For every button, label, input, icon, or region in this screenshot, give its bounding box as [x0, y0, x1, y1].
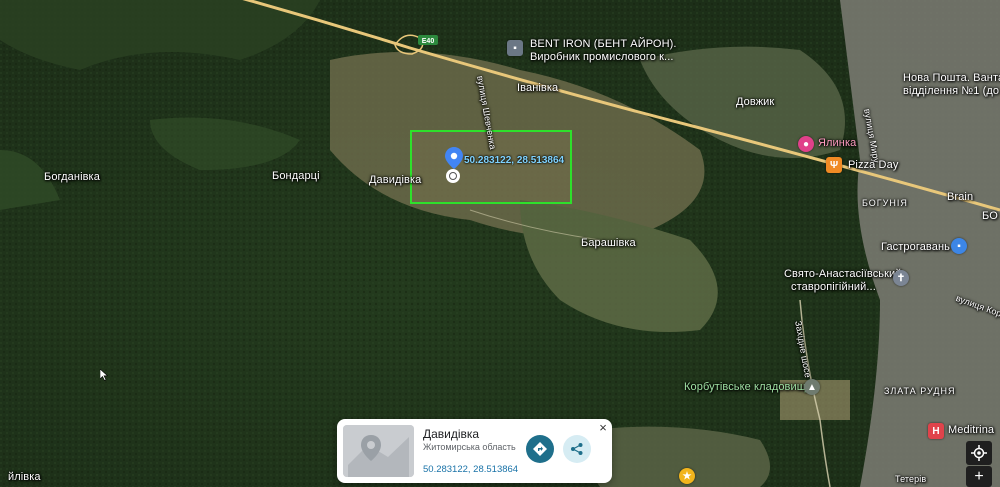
poi-yalynka[interactable]: Ялинка	[818, 137, 856, 149]
place-davydivka[interactable]: Давидівка	[369, 174, 421, 186]
poi-nova-poshta-desc[interactable]: відділення №1 (до	[903, 85, 999, 97]
place-info-card[interactable]: Давидівка Житомирська область 50.283122,…	[337, 419, 612, 483]
place-region: Житомирська область	[423, 442, 516, 452]
road-shield-label: E40	[422, 38, 435, 45]
satellite-map[interactable]: E40	[0, 0, 1000, 487]
district-bohunia[interactable]: БОГУНІЯ	[862, 198, 908, 208]
church-icon[interactable]: ✝	[893, 270, 909, 286]
place-ivanivka[interactable]: Іванівка	[517, 82, 558, 94]
poi-cemetery[interactable]: Корбутівське кладовище	[684, 381, 812, 393]
poi-monastery-desc[interactable]: ставропігійний...	[791, 281, 876, 293]
directions-button[interactable]	[526, 435, 554, 463]
place-barashivka[interactable]: Барашівка	[581, 237, 636, 249]
share-icon	[571, 443, 583, 455]
cemetery-icon[interactable]: ▲	[804, 379, 820, 395]
poi-gastrogavan[interactable]: Гастрогавань	[881, 241, 950, 253]
place-title: Давидівка	[423, 427, 480, 441]
hospital-icon[interactable]: H	[928, 423, 944, 439]
pin-coordinates: 50.283122, 28.513864	[464, 155, 565, 166]
place-coordinates[interactable]: 50.283122, 28.513864	[423, 464, 518, 475]
share-button[interactable]	[563, 435, 591, 463]
place-marker-icon[interactable]	[446, 169, 460, 183]
poi-brain[interactable]: Brain	[947, 191, 973, 203]
poi-monastery-name[interactable]: Свято-Анастасіївський	[784, 268, 902, 280]
place-thumbnail[interactable]	[343, 425, 414, 477]
locate-icon	[971, 445, 987, 461]
restaurant-icon[interactable]: Ψ	[826, 157, 842, 173]
zoom-in-button[interactable]: +	[966, 466, 992, 487]
place-dovzhyk[interactable]: Довжик	[736, 96, 774, 108]
place-bondartsi[interactable]: Бондарці	[272, 170, 320, 182]
star-icon[interactable]: ★	[679, 468, 695, 484]
shopping-icon[interactable]: ●	[798, 136, 814, 152]
location-pin-icon[interactable]	[445, 147, 463, 169]
poi-nova-poshta-name[interactable]: Нова Пошта. Вантаж	[903, 72, 1000, 84]
poi-meditrina[interactable]: Meditrina	[948, 424, 994, 436]
factory-icon[interactable]: ▪	[507, 40, 523, 56]
place-bogdanivka[interactable]: Богданівка	[44, 171, 100, 183]
shopping-bag-icon[interactable]: ▪	[951, 238, 967, 254]
poi-pizza-day[interactable]: Pizza Day	[848, 159, 898, 171]
poi-bent-iron-desc[interactable]: Виробник промислового к...	[530, 51, 674, 63]
street-teteriv: Тетерів	[895, 474, 927, 484]
place-edge-bo[interactable]: БО	[982, 210, 998, 222]
district-zlata-rudnia[interactable]: ЗЛАТА РУДНЯ	[884, 386, 955, 396]
mouse-cursor-icon	[100, 369, 108, 381]
directions-icon	[533, 442, 547, 456]
poi-bent-iron-name[interactable]: BENT IRON (БЕНТ АЙРОН).	[530, 38, 677, 50]
place-edge-ivka[interactable]: йлівка	[8, 471, 41, 483]
locate-button[interactable]	[966, 441, 992, 465]
close-button[interactable]: ×	[596, 421, 610, 435]
